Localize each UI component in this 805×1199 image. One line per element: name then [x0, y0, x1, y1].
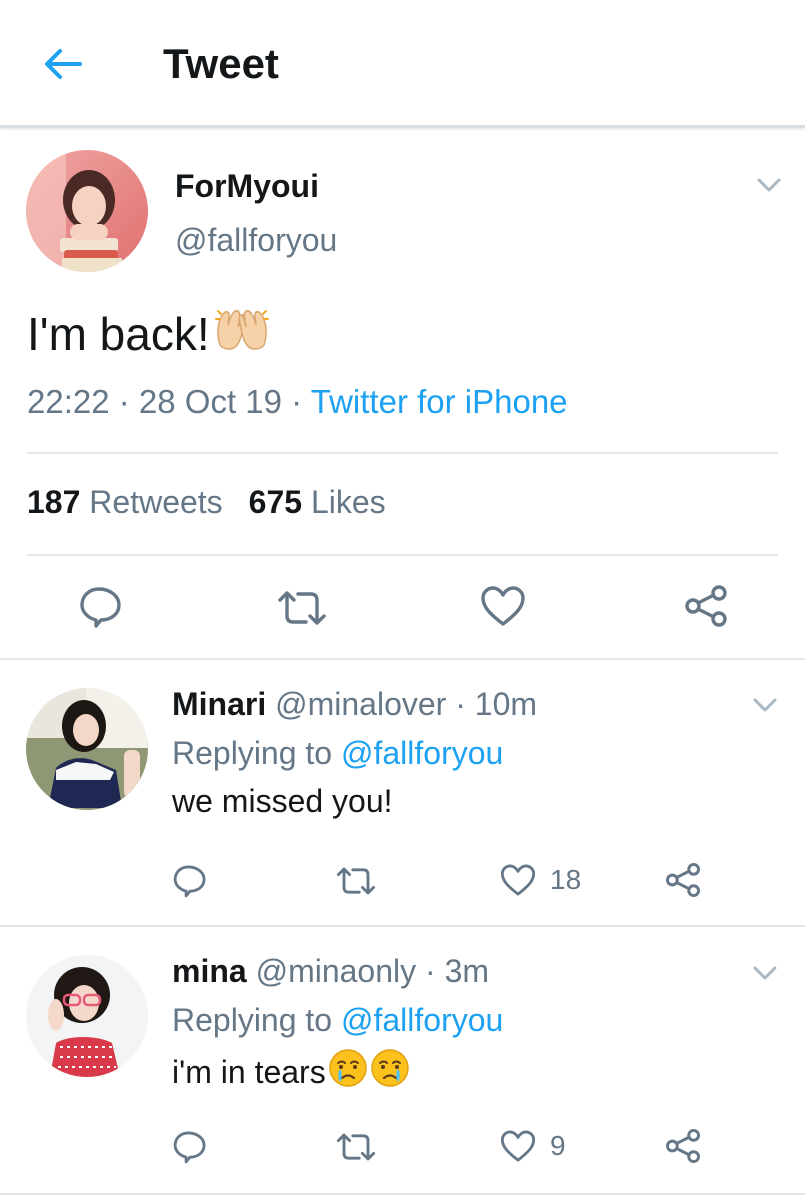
tweet-source-link[interactable]: Twitter for iPhone	[311, 383, 568, 420]
divider	[27, 554, 778, 556]
likes-label: Likes	[310, 484, 386, 520]
raised-hands-emoji	[214, 305, 270, 362]
like-icon	[500, 1130, 536, 1162]
like-icon	[481, 586, 525, 626]
tweet-time: 22:22	[27, 383, 110, 420]
reply-icon	[173, 865, 206, 898]
share-button[interactable]	[684, 584, 728, 628]
reply-author-name[interactable]: mina	[172, 953, 247, 989]
reply-icon	[173, 1131, 206, 1164]
share-icon	[665, 1128, 701, 1164]
reply-header: mina @minaonly · 3m	[172, 953, 489, 990]
crying-face-emoji	[328, 1048, 368, 1096]
reply-button[interactable]	[78, 585, 124, 629]
reply-text: we missed you!	[172, 783, 393, 819]
tweet-stats: 187 Retweets 675 Likes	[27, 484, 386, 521]
retweets-stat[interactable]: 187 Retweets	[27, 484, 223, 520]
like-icon	[500, 864, 536, 896]
tweet-meta: 22:22 · 28 Oct 19 · Twitter for iPhone	[27, 383, 568, 421]
retweet-icon	[278, 591, 326, 625]
likes-stat[interactable]: 675 Likes	[249, 484, 386, 520]
crying-face-emoji	[370, 1048, 410, 1096]
reply-time: 3m	[444, 953, 490, 989]
back-arrow-icon[interactable]	[38, 40, 86, 88]
reply-avatar[interactable]	[26, 688, 148, 810]
retweet-button[interactable]	[335, 1131, 377, 1163]
chevron-down-icon[interactable]	[750, 958, 780, 988]
share-button[interactable]	[665, 1128, 701, 1164]
replying-prefix: Replying to	[172, 735, 333, 771]
reply-author-name[interactable]: Minari	[172, 686, 266, 722]
tweet-text: I'm back!	[27, 305, 270, 362]
chevron-down-icon[interactable]	[754, 170, 784, 200]
reply-avatar[interactable]	[26, 955, 148, 1077]
reply-text: i'm in tears	[172, 1053, 326, 1090]
chevron-down-icon[interactable]	[750, 690, 780, 720]
meta-separator: ·	[109, 383, 139, 420]
replying-to: Replying to @fallforyou	[172, 1002, 503, 1039]
like-count: 9	[550, 1130, 566, 1161]
tweet-date: 28 Oct 19	[138, 383, 283, 420]
share-button[interactable]	[665, 862, 701, 898]
share-icon	[665, 862, 701, 898]
top-app-bar: Tweet	[0, 0, 805, 128]
share-icon	[685, 585, 727, 627]
reply-author-handle[interactable]: @minaonly	[256, 953, 417, 989]
meta-separator: ·	[446, 686, 475, 722]
meta-separator: ·	[282, 383, 311, 420]
reply-header: Minari @minalover · 10m	[172, 686, 537, 723]
replying-to-link[interactable]: @fallforyou	[341, 1002, 503, 1038]
replying-to-link[interactable]: @fallforyou	[341, 735, 503, 771]
like-count: 18	[550, 864, 582, 895]
reply-text-row: i'm in tears	[172, 1048, 410, 1096]
author-handle[interactable]: @fallforyou	[175, 222, 337, 259]
meta-separator: ·	[416, 953, 445, 989]
retweet-button[interactable]	[335, 865, 377, 897]
reply-author-handle[interactable]: @minalover	[275, 686, 446, 722]
reply-time: 10m	[474, 686, 538, 722]
tweet-body: I'm back!	[27, 307, 210, 360]
retweet-button[interactable]	[276, 588, 328, 628]
reply-button[interactable]	[172, 863, 208, 899]
replying-prefix: Replying to	[172, 1002, 333, 1038]
retweets-count: 187	[27, 484, 81, 520]
like-button[interactable]: 18	[500, 863, 581, 897]
author-name[interactable]: ForMyoui	[175, 168, 319, 205]
like-button[interactable]	[480, 585, 526, 627]
retweet-icon	[336, 867, 376, 895]
retweets-label: Retweets	[89, 484, 223, 520]
reply-button[interactable]	[172, 1129, 208, 1165]
page-title: Tweet	[163, 40, 279, 87]
like-button[interactable]: 9	[500, 1129, 566, 1163]
replying-to: Replying to @fallforyou	[172, 735, 503, 772]
retweet-icon	[336, 1133, 376, 1161]
likes-count: 675	[248, 484, 303, 520]
author-avatar[interactable]	[26, 150, 148, 272]
divider	[27, 452, 778, 454]
reply-icon	[80, 587, 121, 628]
